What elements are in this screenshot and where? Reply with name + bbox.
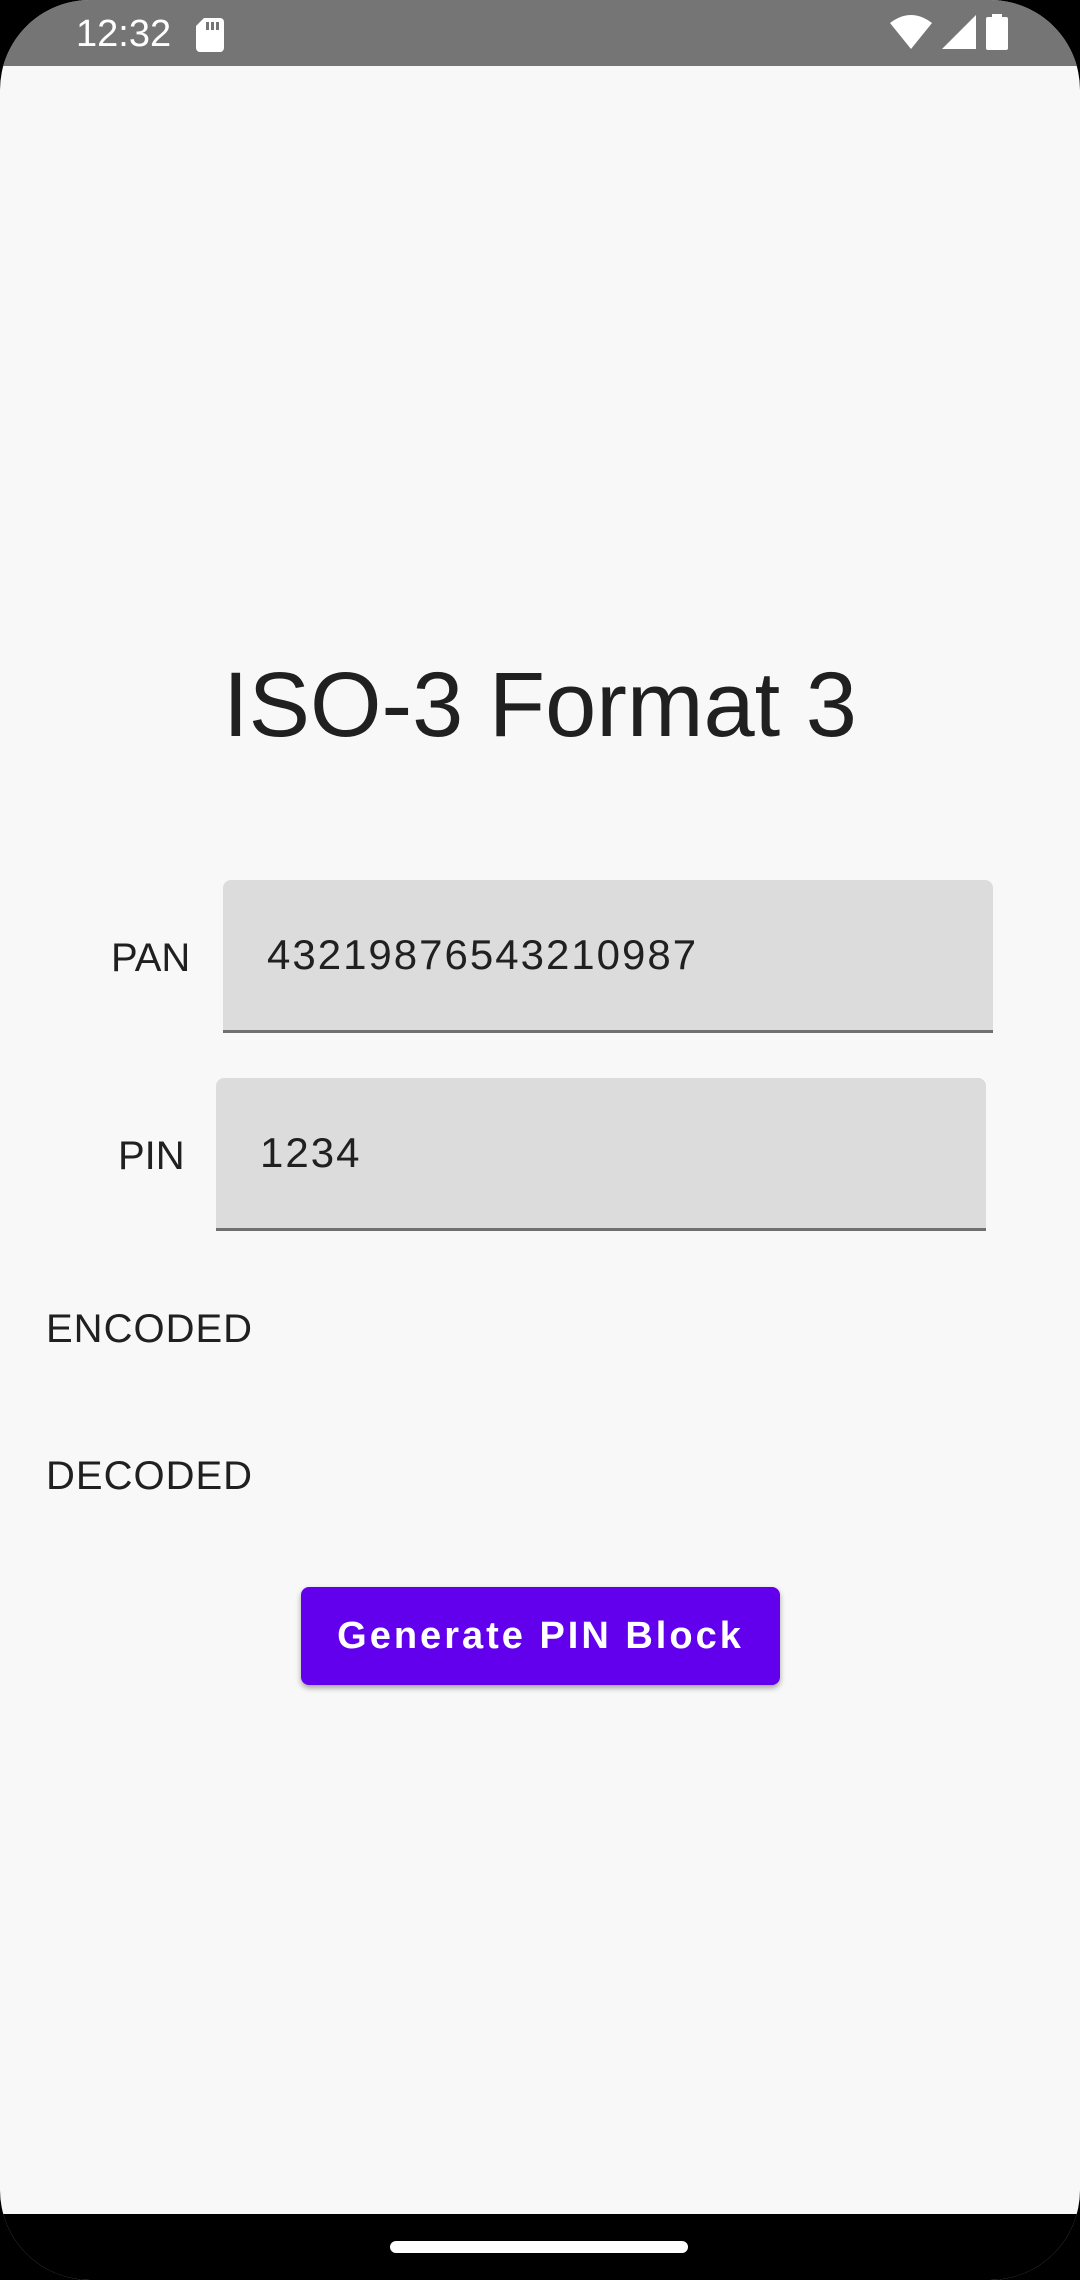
wifi-icon — [890, 14, 932, 54]
sd-card-icon — [196, 18, 224, 52]
pan-input[interactable]: 4321987654321098­7 — [223, 880, 993, 1033]
generate-pin-block-button[interactable]: Generate PIN Block — [301, 1587, 780, 1685]
page-title: ISO-3 Format 3 — [223, 654, 857, 756]
pan-label: PAN — [111, 936, 191, 980]
signal-icon — [942, 14, 976, 54]
status-bar: 12:32 — [0, 0, 1080, 66]
app-screen: 12:32 ISO-3 Format 3 PAN 432198765432109… — [0, 0, 1080, 2280]
battery-icon — [986, 13, 1008, 55]
home-handle[interactable] — [390, 2241, 688, 2253]
encoded-label: ENCODED — [46, 1307, 254, 1351]
pin-label: PIN — [118, 1134, 185, 1178]
decoded-label: DECODED — [46, 1454, 254, 1498]
pin-input-value: 1234 — [260, 1129, 362, 1176]
status-time: 12:32 — [76, 13, 172, 55]
pan-input-value: 4321987654321098­7 — [267, 931, 699, 978]
status-icons — [890, 13, 1008, 55]
pin-input[interactable]: 1234 — [216, 1078, 986, 1231]
